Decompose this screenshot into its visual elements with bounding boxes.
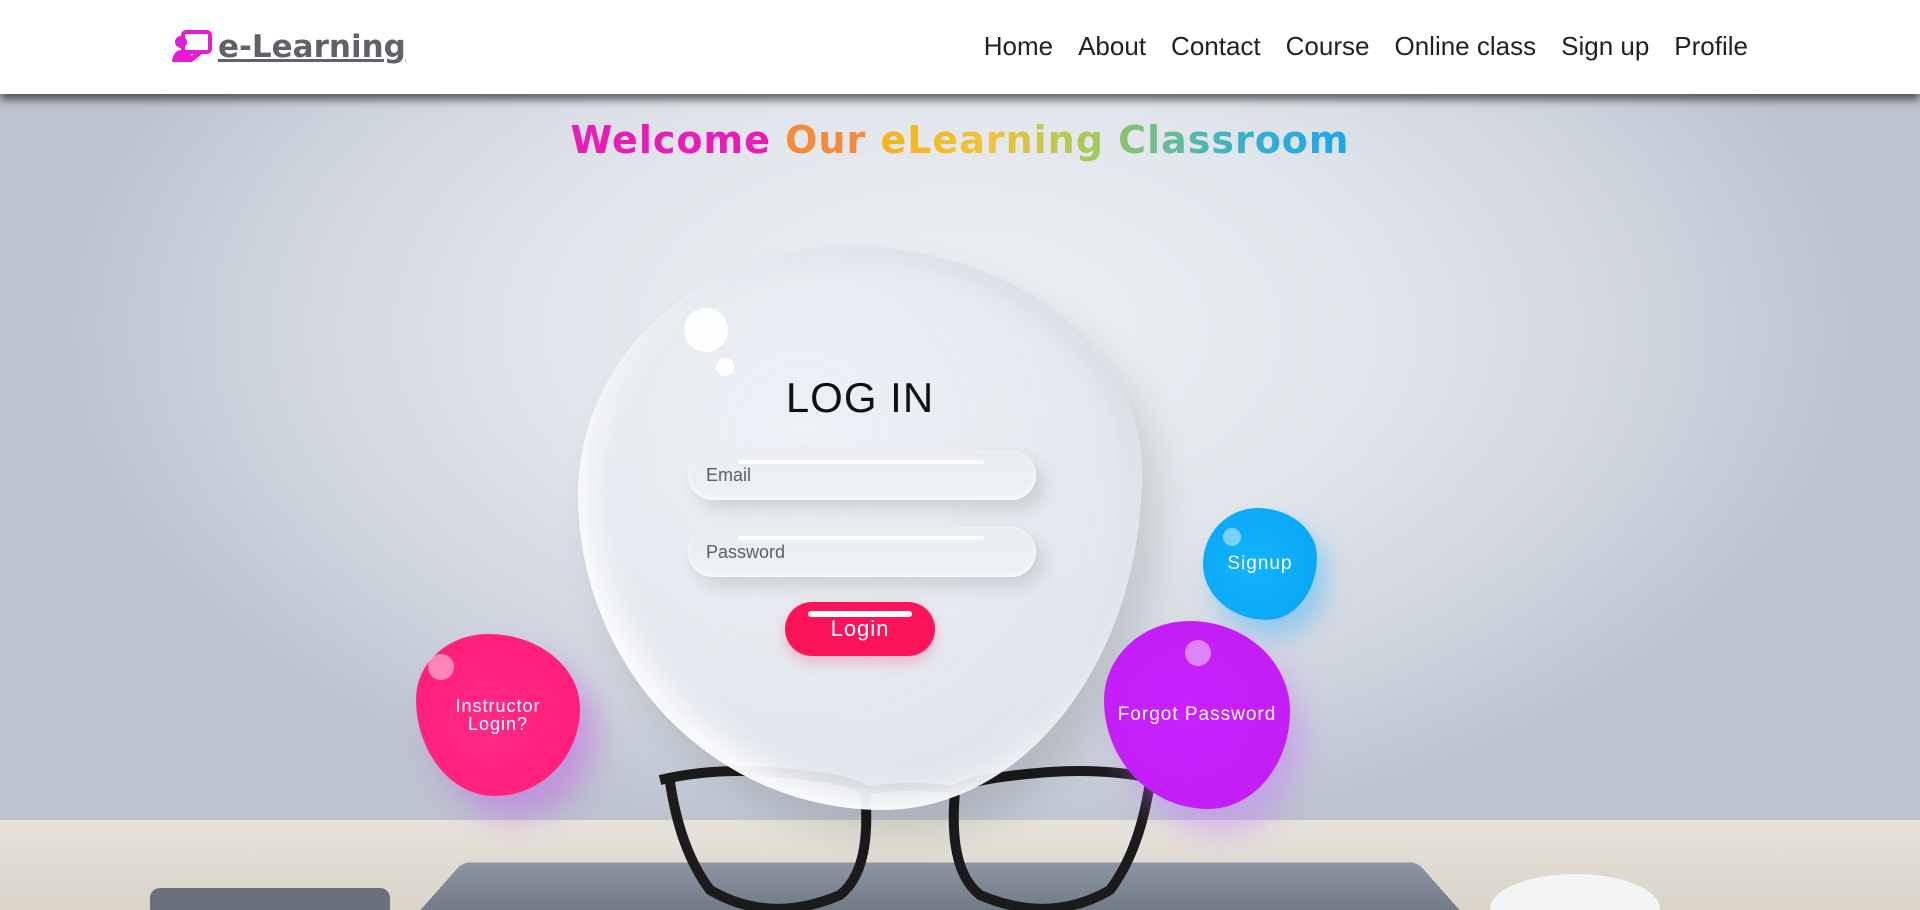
- main-nav: Home About Contact Course Online class S…: [984, 28, 1748, 64]
- blob-highlight: [1223, 528, 1241, 546]
- instructor-login-label: Instructor Login?: [455, 696, 541, 734]
- nav-online-class[interactable]: Online class: [1394, 28, 1536, 64]
- headline-word-3: eLearning: [880, 118, 1104, 162]
- password-field[interactable]: [688, 527, 1036, 577]
- nav-profile[interactable]: Profile: [1674, 28, 1748, 64]
- brand-logo-link[interactable]: e-Learning: [172, 26, 406, 68]
- top-navbar: e-Learning Home About Contact Course Onl…: [0, 0, 1920, 94]
- login-button[interactable]: Login: [785, 602, 935, 656]
- headline-word-2: Our: [785, 118, 867, 162]
- login-title: LOG IN: [785, 374, 935, 421]
- forgot-password-label: Forgot Password: [1117, 704, 1277, 725]
- brand-name: e-Learning: [218, 29, 406, 65]
- nav-about[interactable]: About: [1078, 28, 1146, 64]
- nav-sign-up[interactable]: Sign up: [1561, 28, 1649, 64]
- nav-home[interactable]: Home: [984, 28, 1053, 64]
- headline-word-1: Welcome: [570, 118, 771, 162]
- nav-contact[interactable]: Contact: [1171, 28, 1261, 64]
- blob-highlight: [428, 654, 454, 680]
- signup-label: Signup: [1227, 553, 1293, 574]
- welcome-headline: Welcome Our eLearning Classroom: [0, 118, 1920, 162]
- teacher-board-icon: [172, 30, 212, 62]
- nav-course[interactable]: Course: [1286, 28, 1370, 64]
- blob-highlight: [1185, 640, 1211, 666]
- phone-image: [150, 888, 390, 910]
- email-field[interactable]: [688, 450, 1036, 500]
- headline-word-4: Classroom: [1118, 118, 1350, 162]
- bubble-highlight: [684, 308, 728, 352]
